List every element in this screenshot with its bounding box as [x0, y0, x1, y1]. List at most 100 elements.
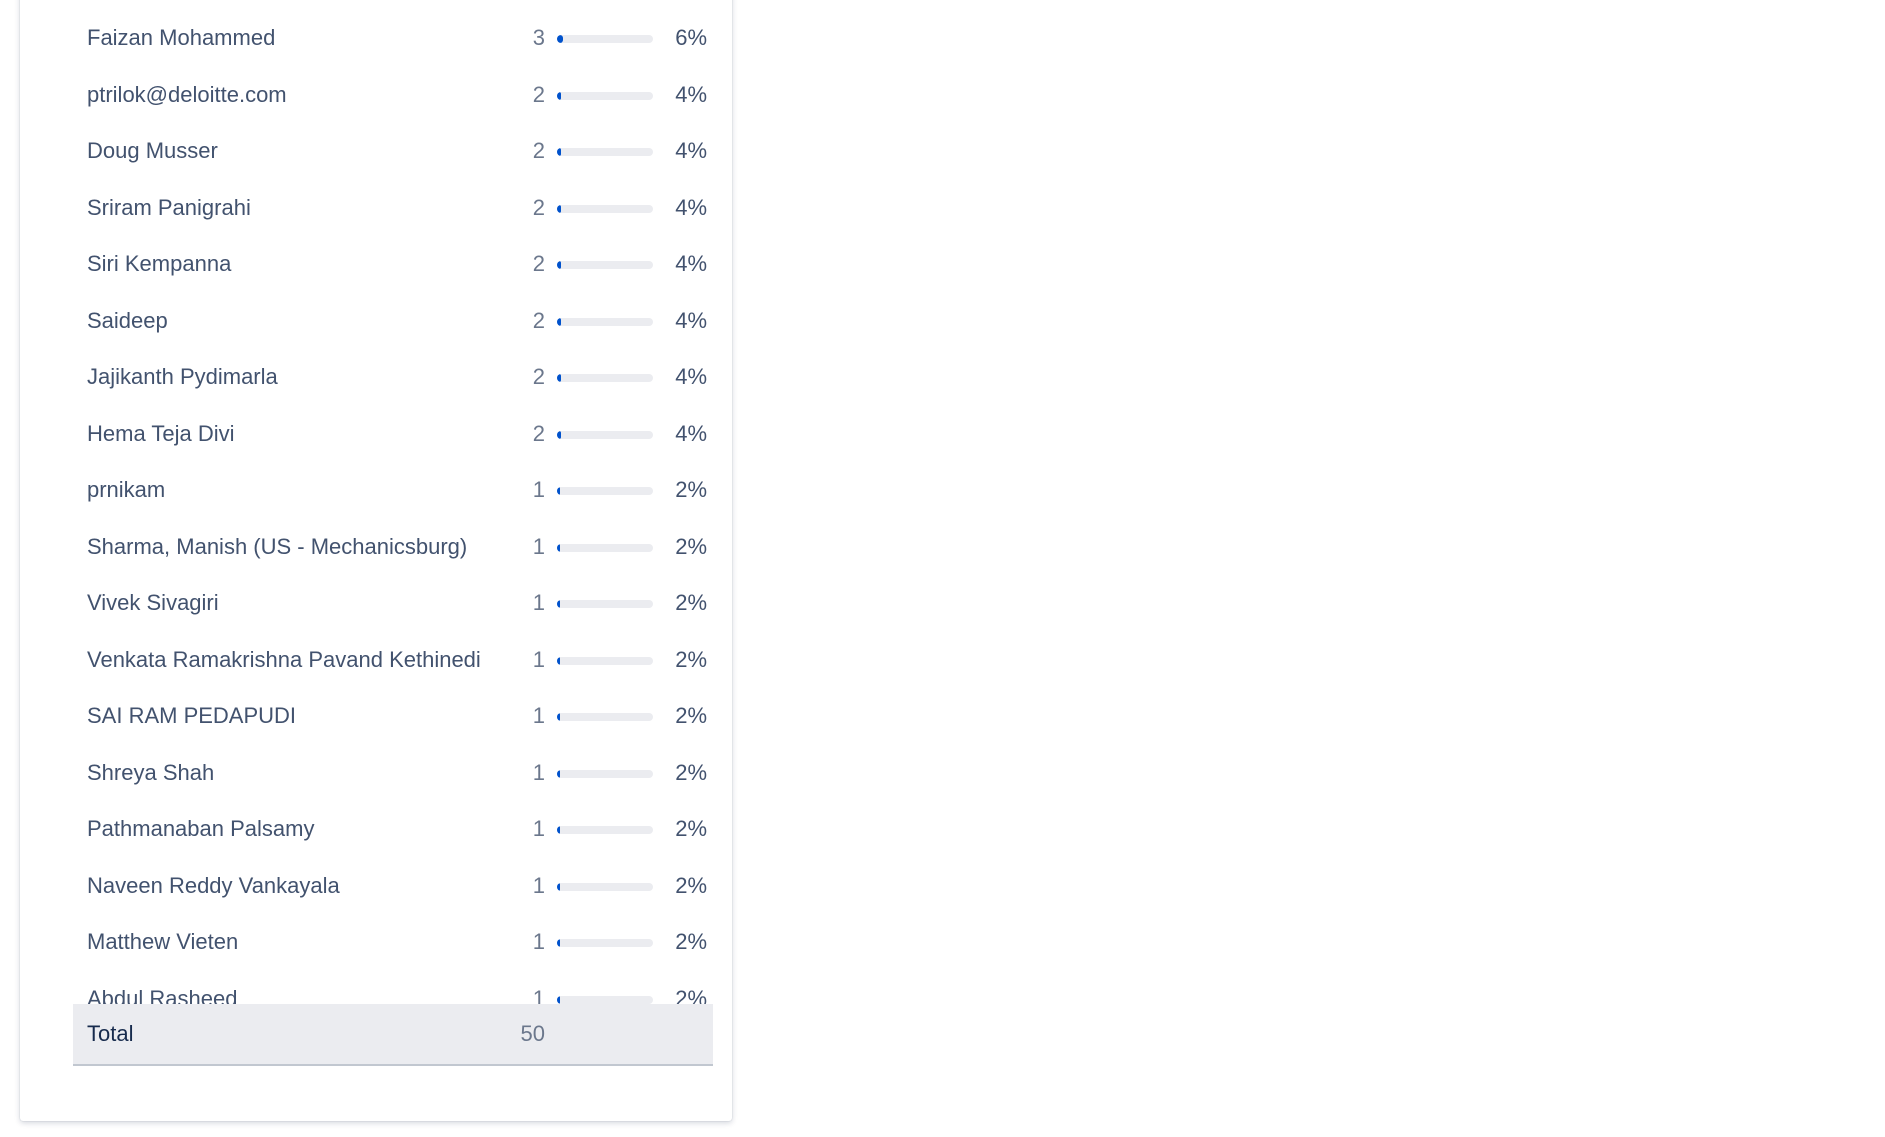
percentage-bar-fill — [557, 261, 561, 269]
percentage-bar — [557, 148, 653, 156]
percentage-bar — [557, 939, 653, 947]
table-row: Venkata Ramakrishna Pavand Kethinedi 1 2% — [73, 632, 713, 689]
percentage-bar — [557, 826, 653, 834]
percentage-label: 2% — [675, 816, 707, 841]
percentage-bar-fill — [557, 600, 560, 608]
issue-count-link[interactable]: 2 — [533, 67, 545, 123]
percentage-label: 4% — [675, 364, 707, 389]
percentage-label: 2% — [675, 759, 707, 785]
table-row: ptrilok@deloitte.com 2 4% — [73, 67, 713, 124]
issue-count-link[interactable]: 1 — [533, 745, 545, 801]
percentage-bar-fill — [557, 543, 560, 552]
percentage-label: 4% — [675, 251, 707, 276]
percentage-label: 2% — [675, 929, 707, 954]
assignee-name-link[interactable]: Faizan Mohammed — [87, 10, 275, 66]
issue-count-link[interactable]: 1 — [533, 858, 545, 914]
total-value: 50 — [520, 1021, 545, 1046]
percentage-bar-fill — [557, 35, 563, 43]
table-row: Pathmanaban Palsamy 1 2% — [73, 801, 713, 858]
table-row: Matthew Vieten 1 2% — [73, 914, 713, 971]
percentage-label: 2% — [675, 477, 707, 502]
percentage-bar-fill — [557, 91, 561, 100]
issue-count-link[interactable]: 1 — [533, 462, 545, 518]
percentage-bar — [557, 882, 653, 891]
percentage-bar-fill — [557, 487, 560, 495]
percentage-bar — [557, 430, 653, 439]
percentage-bar — [557, 600, 653, 608]
table-row: Doug Musser 2 4% — [73, 123, 713, 180]
assignee-name-link[interactable]: Naveen Reddy Vankayala — [87, 858, 340, 914]
percentage-bar — [557, 35, 653, 43]
statistics-table: Faizan Mohammed 3 6% ptrilok@deloitte.com 2 4… — [73, 10, 713, 1027]
assignee-name-link[interactable]: Sriram Panigrahi — [87, 180, 251, 236]
issue-count-link[interactable]: 2 — [533, 123, 545, 179]
assignee-name-link[interactable]: prnikam — [87, 462, 165, 518]
assignee-name-link[interactable]: Doug Musser — [87, 123, 218, 179]
assignee-name-link[interactable]: ptrilok@deloitte.com — [87, 67, 287, 123]
table-row: SAI RAM PEDAPUDI 1 2% — [73, 688, 713, 745]
percentage-label: 4% — [675, 420, 707, 446]
percentage-label: 6% — [675, 25, 707, 50]
percentage-label: 4% — [675, 138, 707, 163]
percentage-bar-fill — [557, 882, 560, 891]
table-row: Jajikanth Pydimarla 2 4% — [73, 349, 713, 406]
assignee-name-link[interactable]: Siri Kempanna — [87, 236, 231, 292]
percentage-bar-fill — [557, 204, 561, 213]
table-row: prnikam 1 2% — [73, 462, 713, 519]
percentage-label: 2% — [675, 533, 707, 559]
total-row: Total 50 — [73, 1004, 713, 1066]
issue-count-link[interactable]: 2 — [533, 293, 545, 349]
assignee-name-link[interactable]: Venkata Ramakrishna Pavand Kethinedi — [87, 632, 481, 688]
issue-count-link[interactable]: 3 — [533, 10, 545, 66]
issue-count-link[interactable]: 1 — [533, 519, 545, 575]
issue-count-link[interactable]: 1 — [533, 688, 545, 744]
issue-count-link[interactable]: 1 — [533, 575, 545, 631]
statistics-panel: Faizan Mohammed 3 6% ptrilok@deloitte.com 2 4… — [20, 0, 732, 1121]
assignee-name-link[interactable]: Vivek Sivagiri — [87, 575, 219, 631]
table-row: Siri Kempanna 2 4% — [73, 236, 713, 293]
issue-count-link[interactable]: 2 — [533, 406, 545, 462]
percentage-label: 4% — [675, 81, 707, 107]
issue-count-link[interactable]: 1 — [533, 914, 545, 970]
issue-count-link[interactable]: 2 — [533, 236, 545, 292]
percentage-bar-fill — [557, 826, 560, 834]
assignee-name-link[interactable]: Matthew Vieten — [87, 914, 238, 970]
assignee-name-link[interactable]: Pathmanaban Palsamy — [87, 801, 314, 857]
assignee-name-link[interactable]: Jajikanth Pydimarla — [87, 349, 278, 405]
percentage-bar — [557, 995, 653, 1004]
total-label: Total — [87, 1021, 134, 1046]
percentage-bar-fill — [557, 656, 560, 665]
percentage-bar — [557, 769, 653, 778]
table-row: Naveen Reddy Vankayala 1 2% — [73, 858, 713, 915]
assignee-name-link[interactable]: Shreya Shah — [87, 745, 214, 801]
issue-count-link[interactable]: 1 — [533, 632, 545, 688]
assignee-name-link[interactable]: Saideep — [87, 293, 168, 349]
issue-count-link[interactable]: 2 — [533, 349, 545, 405]
table-row: Saideep 2 4% — [73, 293, 713, 350]
assignee-name-link[interactable]: SAI RAM PEDAPUDI — [87, 688, 296, 744]
percentage-bar-fill — [557, 939, 560, 947]
percentage-bar — [557, 713, 653, 721]
assignee-name-link[interactable]: Sharma, Manish (US - Mechanicsburg) — [87, 519, 467, 575]
assignee-name-link[interactable]: Hema Teja Divi — [87, 406, 235, 462]
issue-count-link[interactable]: 1 — [533, 801, 545, 857]
issue-count-link[interactable]: 2 — [533, 180, 545, 236]
percentage-bar — [557, 487, 653, 495]
percentage-bar-fill — [557, 148, 561, 156]
percentage-label: 2% — [675, 703, 707, 728]
table-row: Shreya Shah 1 2% — [73, 745, 713, 802]
percentage-bar-fill — [557, 713, 560, 721]
percentage-bar-fill — [557, 769, 560, 778]
percentage-bar-fill — [557, 317, 561, 326]
table-row: Vivek Sivagiri 1 2% — [73, 575, 713, 632]
percentage-label: 2% — [675, 872, 707, 898]
percentage-label: 2% — [675, 590, 707, 615]
percentage-bar — [557, 317, 653, 326]
percentage-bar — [557, 543, 653, 552]
percentage-bar-fill — [557, 374, 561, 382]
table-row: Sharma, Manish (US - Mechanicsburg) 1 2% — [73, 519, 713, 576]
percentage-bar — [557, 261, 653, 269]
percentage-bar — [557, 656, 653, 665]
percentage-bar — [557, 204, 653, 213]
percentage-bar — [557, 91, 653, 100]
